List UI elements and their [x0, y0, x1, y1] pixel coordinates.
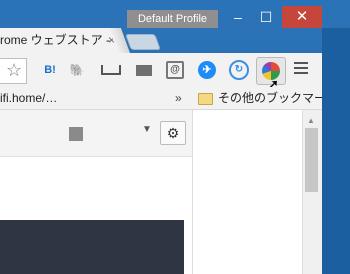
bookmarks-overflow-chevron-icon[interactable]: » — [175, 87, 182, 109]
dropdown-arrow-icon[interactable]: ▼ — [142, 124, 152, 135]
gray-square-icon — [69, 127, 83, 141]
sync-icon[interactable]: ↻ — [228, 59, 250, 81]
window-right-edge — [322, 28, 350, 274]
content-divider — [192, 110, 193, 274]
scroll-up-icon[interactable]: ▲ — [307, 116, 315, 125]
tab-title: rome ウェブストア - — [0, 33, 111, 47]
new-tab-button[interactable] — [125, 34, 161, 50]
menu-icon[interactable] — [294, 62, 308, 77]
hatena-bookmark-icon[interactable]: B! — [39, 59, 61, 81]
other-bookmarks[interactable]: その他のブックマーク — [218, 87, 338, 109]
tab-chrome-webstore[interactable]: rome ウェブストア - × — [0, 28, 122, 53]
bookmark-star-icon[interactable]: ☆ — [6, 58, 22, 82]
keyboard-icon[interactable] — [100, 59, 122, 81]
at-mail-icon[interactable]: @ — [164, 59, 186, 81]
dark-content-block — [0, 220, 184, 274]
profile-badge[interactable]: Default Profile — [127, 10, 218, 28]
evernote-icon[interactable]: 🐘 — [66, 59, 88, 81]
settings-gear-button[interactable]: ⚙ — [160, 121, 186, 145]
bookmarks-bar: ifi.home/… » その他のブックマーク — [0, 87, 338, 110]
maximize-button[interactable]: ☐ — [253, 6, 279, 28]
mail-icon[interactable] — [133, 59, 155, 81]
minimize-button[interactable]: – — [225, 6, 251, 28]
folder-icon — [198, 93, 213, 105]
messenger-icon[interactable]: ✈ — [196, 59, 218, 81]
close-window-button[interactable]: ✕ — [282, 6, 322, 28]
bookmark-url[interactable]: ifi.home/… — [0, 87, 57, 109]
scroll-thumb[interactable] — [305, 128, 318, 192]
